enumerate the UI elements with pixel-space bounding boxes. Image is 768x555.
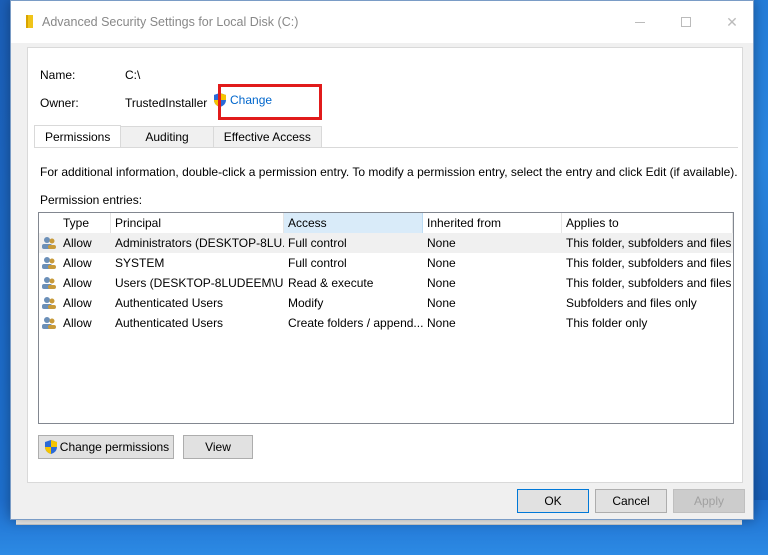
owner-label: Owner: bbox=[40, 96, 79, 110]
view-button[interactable]: View bbox=[183, 435, 253, 459]
entry-type: Allow bbox=[63, 316, 92, 330]
entry-access: Create folders / append... bbox=[288, 316, 423, 330]
entry-principal: Administrators (DESKTOP-8LU... bbox=[115, 236, 284, 250]
entry-inherited-from: None bbox=[427, 296, 456, 310]
column-header-type[interactable]: Type bbox=[59, 213, 111, 233]
highlight-box bbox=[218, 84, 322, 120]
main-panel: Name: C:\ Owner: TrustedInstaller Change… bbox=[27, 47, 743, 483]
entry-applies-to: This folder, subfolders and files bbox=[566, 236, 732, 250]
entry-type: Allow bbox=[63, 256, 92, 270]
table-row[interactable]: Allow Administrators (DESKTOP-8LU... Ful… bbox=[39, 233, 733, 253]
tab-divider bbox=[34, 147, 738, 148]
tab-permissions[interactable]: Permissions bbox=[34, 125, 122, 148]
users-icon bbox=[42, 277, 56, 289]
folder-icon bbox=[26, 15, 33, 28]
entry-applies-to: Subfolders and files only bbox=[566, 296, 697, 310]
owner-value: TrustedInstaller bbox=[125, 96, 208, 110]
permission-entries-label: Permission entries: bbox=[40, 193, 143, 207]
entry-applies-to: This folder, subfolders and files bbox=[566, 276, 732, 290]
cancel-button[interactable]: Cancel bbox=[595, 489, 667, 513]
table-row[interactable]: Allow Users (DESKTOP-8LUDEEM\Us... Read … bbox=[39, 273, 733, 293]
entry-access: Read & execute bbox=[288, 276, 374, 290]
advanced-security-dialog: Advanced Security Settings for Local Dis… bbox=[10, 0, 754, 520]
entry-type: Allow bbox=[63, 276, 92, 290]
entry-applies-to: This folder, subfolders and files bbox=[566, 256, 732, 270]
change-permissions-label: Change permissions bbox=[59, 440, 170, 454]
tab-strip: Permissions Auditing Effective Access bbox=[34, 125, 322, 148]
info-text: For additional information, double-click… bbox=[40, 165, 738, 179]
entry-applies-to: This folder only bbox=[566, 316, 648, 330]
entry-principal: SYSTEM bbox=[115, 256, 165, 270]
entry-type: Allow bbox=[63, 236, 92, 250]
tab-auditing[interactable]: Auditing bbox=[120, 126, 214, 147]
uac-shield-icon bbox=[44, 440, 57, 454]
table-row[interactable]: Allow Authenticated Users Modify None Su… bbox=[39, 293, 733, 313]
entry-principal: Authenticated Users bbox=[115, 316, 224, 330]
apply-button[interactable]: Apply bbox=[673, 489, 745, 513]
entry-inherited-from: None bbox=[427, 256, 456, 270]
maximize-icon bbox=[681, 17, 691, 27]
close-icon: ✕ bbox=[726, 13, 738, 30]
entry-inherited-from: None bbox=[427, 236, 456, 250]
users-icon bbox=[42, 257, 56, 269]
window-title: Advanced Security Settings for Local Dis… bbox=[42, 15, 299, 29]
entry-type: Allow bbox=[63, 296, 92, 310]
column-header-access[interactable]: Access bbox=[284, 213, 423, 233]
minimize-button[interactable] bbox=[617, 9, 663, 35]
title-bar[interactable]: Advanced Security Settings for Local Dis… bbox=[11, 1, 753, 43]
entry-inherited-from: None bbox=[427, 276, 456, 290]
table-row[interactable]: Allow SYSTEM Full control None This fold… bbox=[39, 253, 733, 273]
entry-principal: Authenticated Users bbox=[115, 296, 224, 310]
minimize-icon bbox=[635, 21, 645, 23]
entry-inherited-from: None bbox=[427, 316, 456, 330]
users-icon bbox=[42, 237, 56, 249]
maximize-button[interactable] bbox=[663, 9, 709, 35]
name-label: Name: bbox=[40, 68, 76, 82]
list-header: Type Principal Access Inherited from App… bbox=[39, 213, 733, 233]
column-header-principal[interactable]: Principal bbox=[111, 213, 284, 233]
users-icon bbox=[42, 297, 56, 309]
ok-button[interactable]: OK bbox=[517, 489, 589, 513]
name-value: C:\ bbox=[125, 68, 141, 82]
permission-entries-list[interactable]: Type Principal Access Inherited from App… bbox=[38, 212, 734, 424]
close-button[interactable]: ✕ bbox=[709, 9, 755, 35]
users-icon bbox=[42, 317, 56, 329]
column-header-inherited-from[interactable]: Inherited from bbox=[423, 213, 562, 233]
table-row[interactable]: Allow Authenticated Users Create folders… bbox=[39, 313, 733, 333]
entry-access: Modify bbox=[288, 296, 324, 310]
entry-principal: Users (DESKTOP-8LUDEEM\Us... bbox=[115, 276, 284, 290]
tab-effective-access[interactable]: Effective Access bbox=[212, 126, 322, 147]
entry-access: Full control bbox=[288, 236, 347, 250]
change-permissions-button[interactable]: Change permissions bbox=[38, 435, 174, 459]
entry-access: Full control bbox=[288, 256, 347, 270]
column-header-applies-to[interactable]: Applies to bbox=[562, 213, 733, 233]
